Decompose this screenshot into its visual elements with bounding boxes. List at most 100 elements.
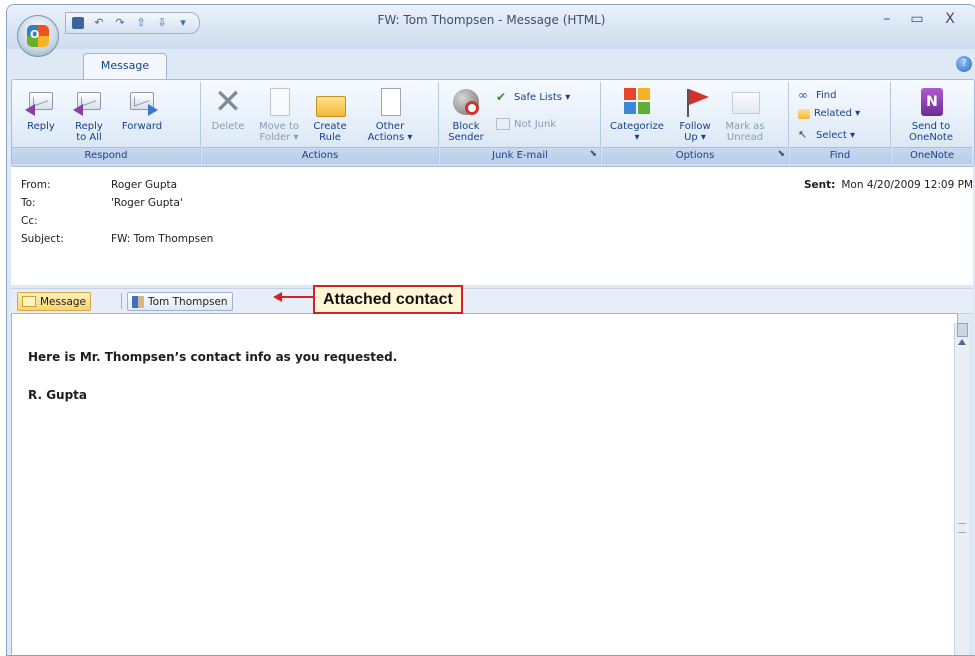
not-junk-button[interactable]: Not Junk: [496, 118, 556, 130]
reply-button[interactable]: Reply: [18, 86, 64, 132]
select-cursor-icon: ↖: [798, 128, 808, 141]
forward-icon: [126, 86, 158, 118]
to-label: To:: [21, 197, 36, 209]
attachment-bar: Message Tom Thompsen: [11, 288, 973, 314]
office-logo-icon: O: [27, 25, 49, 47]
reply-all-icon: [73, 86, 105, 118]
categorize-label: Categorize ▾: [610, 121, 664, 143]
group-label-options: Options ⬊: [602, 147, 788, 164]
outlook-message-window: O ↶ ↷ ⇧ ⇩ ▾ FW: Tom Thompsen - Message (…: [6, 4, 975, 656]
group-junk-email: Block Sender ✔ Safe Lists ▾ Not Junk Jun…: [440, 82, 601, 164]
mark-unread-envelope-icon: [729, 86, 761, 118]
group-actions: ✕ Delete Move to Folder ▾ Create Rule Ot…: [202, 82, 439, 164]
forward-label: Forward: [121, 121, 163, 132]
reply-all-button[interactable]: Reply to All: [66, 86, 112, 143]
create-rule-label: Create Rule: [313, 121, 347, 143]
callout-arrow-line: [279, 296, 313, 298]
create-rule-button[interactable]: Create Rule: [306, 86, 354, 143]
binoculars-icon: ∞: [798, 88, 808, 102]
group-label-find: Find: [790, 147, 890, 164]
related-button[interactable]: Related ▾: [798, 108, 860, 119]
safe-lists-button[interactable]: ✔ Safe Lists ▾: [496, 90, 570, 104]
delete-label: Delete: [211, 121, 245, 132]
maximize-button[interactable]: ▭: [904, 11, 930, 27]
office-button[interactable]: O: [17, 15, 59, 57]
scrollbar-grip[interactable]: [958, 523, 966, 533]
group-options: Categorize ▾ Follow Up ▾ Mark as Unread …: [602, 82, 789, 164]
categorize-button[interactable]: Categorize ▾: [606, 86, 668, 143]
group-label-actions: Actions: [202, 147, 438, 164]
mark-as-unread-label: Mark as Unread: [725, 121, 765, 143]
mark-as-unread-button[interactable]: Mark as Unread: [720, 86, 770, 143]
create-rule-folder-icon: [314, 86, 346, 118]
find-button[interactable]: ∞ Find: [798, 88, 837, 102]
sent-info: Sent: Mon 4/20/2009 12:09 PM: [804, 179, 973, 191]
options-label: Options: [675, 150, 715, 161]
categorize-icon: [621, 86, 653, 118]
block-sender-icon: [450, 86, 482, 118]
delete-x-icon: ✕: [213, 82, 243, 122]
safe-lists-label: Safe Lists ▾: [514, 91, 571, 103]
forward-button[interactable]: Forward: [114, 86, 170, 132]
send-to-onenote-label: Send to OneNote: [908, 121, 954, 143]
sent-value: Mon 4/20/2009 12:09 PM: [841, 179, 973, 191]
message-envelope-icon: [22, 296, 36, 307]
reply-all-label: Reply to All: [75, 121, 103, 143]
related-icon: [798, 108, 810, 119]
ribbon-tab-row: Message ?: [7, 49, 975, 80]
sent-label: Sent:: [803, 179, 836, 191]
other-actions-button[interactable]: Other Actions ▾: [360, 86, 420, 143]
block-sender-button[interactable]: Block Sender: [444, 86, 488, 143]
window-title: FW: Tom Thompsen - Message (HTML): [377, 13, 606, 27]
group-onenote: N Send to OneNote OneNote: [892, 82, 972, 164]
follow-up-button[interactable]: Follow Up ▾: [672, 86, 718, 143]
title-bar: O ↶ ↷ ⇧ ⇩ ▾ FW: Tom Thompsen - Message (…: [7, 5, 975, 57]
subject-value: FW: Tom Thompsen: [111, 233, 214, 245]
help-icon[interactable]: ?: [956, 56, 972, 72]
onenote-icon: N: [915, 86, 947, 118]
move-to-folder-icon: [263, 86, 295, 118]
subject-label: Subject:: [21, 233, 64, 245]
group-respond: Reply Reply to All Forward Respond: [12, 82, 201, 164]
group-label-respond: Respond: [12, 147, 200, 164]
vertical-scrollbar[interactable]: [954, 323, 969, 655]
reply-label: Reply: [27, 121, 55, 132]
select-button[interactable]: ↖ Select ▾: [798, 128, 855, 142]
attached-contact-button[interactable]: Tom Thompsen: [127, 292, 233, 311]
attached-contact-label: Tom Thompsen: [148, 295, 228, 308]
select-label: Select ▾: [816, 129, 856, 141]
from-value[interactable]: Roger Gupta: [111, 179, 177, 191]
safe-lists-icon: ✔: [496, 90, 507, 104]
follow-up-label: Follow Up ▾: [679, 121, 711, 143]
find-label: Find: [816, 89, 837, 101]
scrollbar-top-button[interactable]: [957, 323, 968, 337]
send-to-onenote-button[interactable]: N Send to OneNote: [898, 86, 964, 143]
close-button[interactable]: X: [937, 11, 963, 27]
minimize-button[interactable]: –: [874, 11, 900, 27]
to-value[interactable]: 'Roger Gupta': [111, 197, 183, 209]
flag-icon: [679, 86, 711, 118]
move-to-folder-label: Move to Folder ▾: [258, 121, 300, 143]
delete-button[interactable]: ✕ Delete: [206, 82, 250, 132]
not-junk-label: Not Junk: [514, 118, 557, 130]
junk-dialog-launcher-icon[interactable]: ⬊: [589, 146, 597, 162]
move-to-folder-button[interactable]: Move to Folder ▾: [254, 86, 304, 143]
message-view-label: Message: [40, 295, 87, 308]
message-view-button[interactable]: Message: [17, 292, 92, 311]
message-header: From: Roger Gupta To: 'Roger Gupta' Cc: …: [11, 167, 973, 285]
scroll-up-arrow-icon[interactable]: [958, 339, 966, 345]
body-signature: R. Gupta: [28, 388, 88, 402]
reply-icon: [25, 86, 57, 118]
group-label-onenote: OneNote: [892, 147, 972, 164]
body-text-line: Here is Mr. Thompsen’s contact info as y…: [28, 350, 398, 364]
other-actions-label: Other Actions ▾: [367, 121, 413, 143]
cc-label: Cc:: [21, 215, 38, 227]
message-body[interactable]: Here is Mr. Thompsen’s contact info as y…: [11, 313, 958, 655]
other-actions-page-icon: [374, 86, 406, 118]
group-find: ∞ Find Related ▾ ↖ Select ▾ Find: [790, 82, 891, 164]
not-junk-icon: [496, 118, 510, 130]
tab-message[interactable]: Message: [83, 53, 167, 80]
options-dialog-launcher-icon[interactable]: ⬊: [777, 146, 785, 162]
group-label-junk-email: Junk E-mail ⬊: [440, 147, 600, 164]
contact-card-icon: [132, 295, 144, 308]
